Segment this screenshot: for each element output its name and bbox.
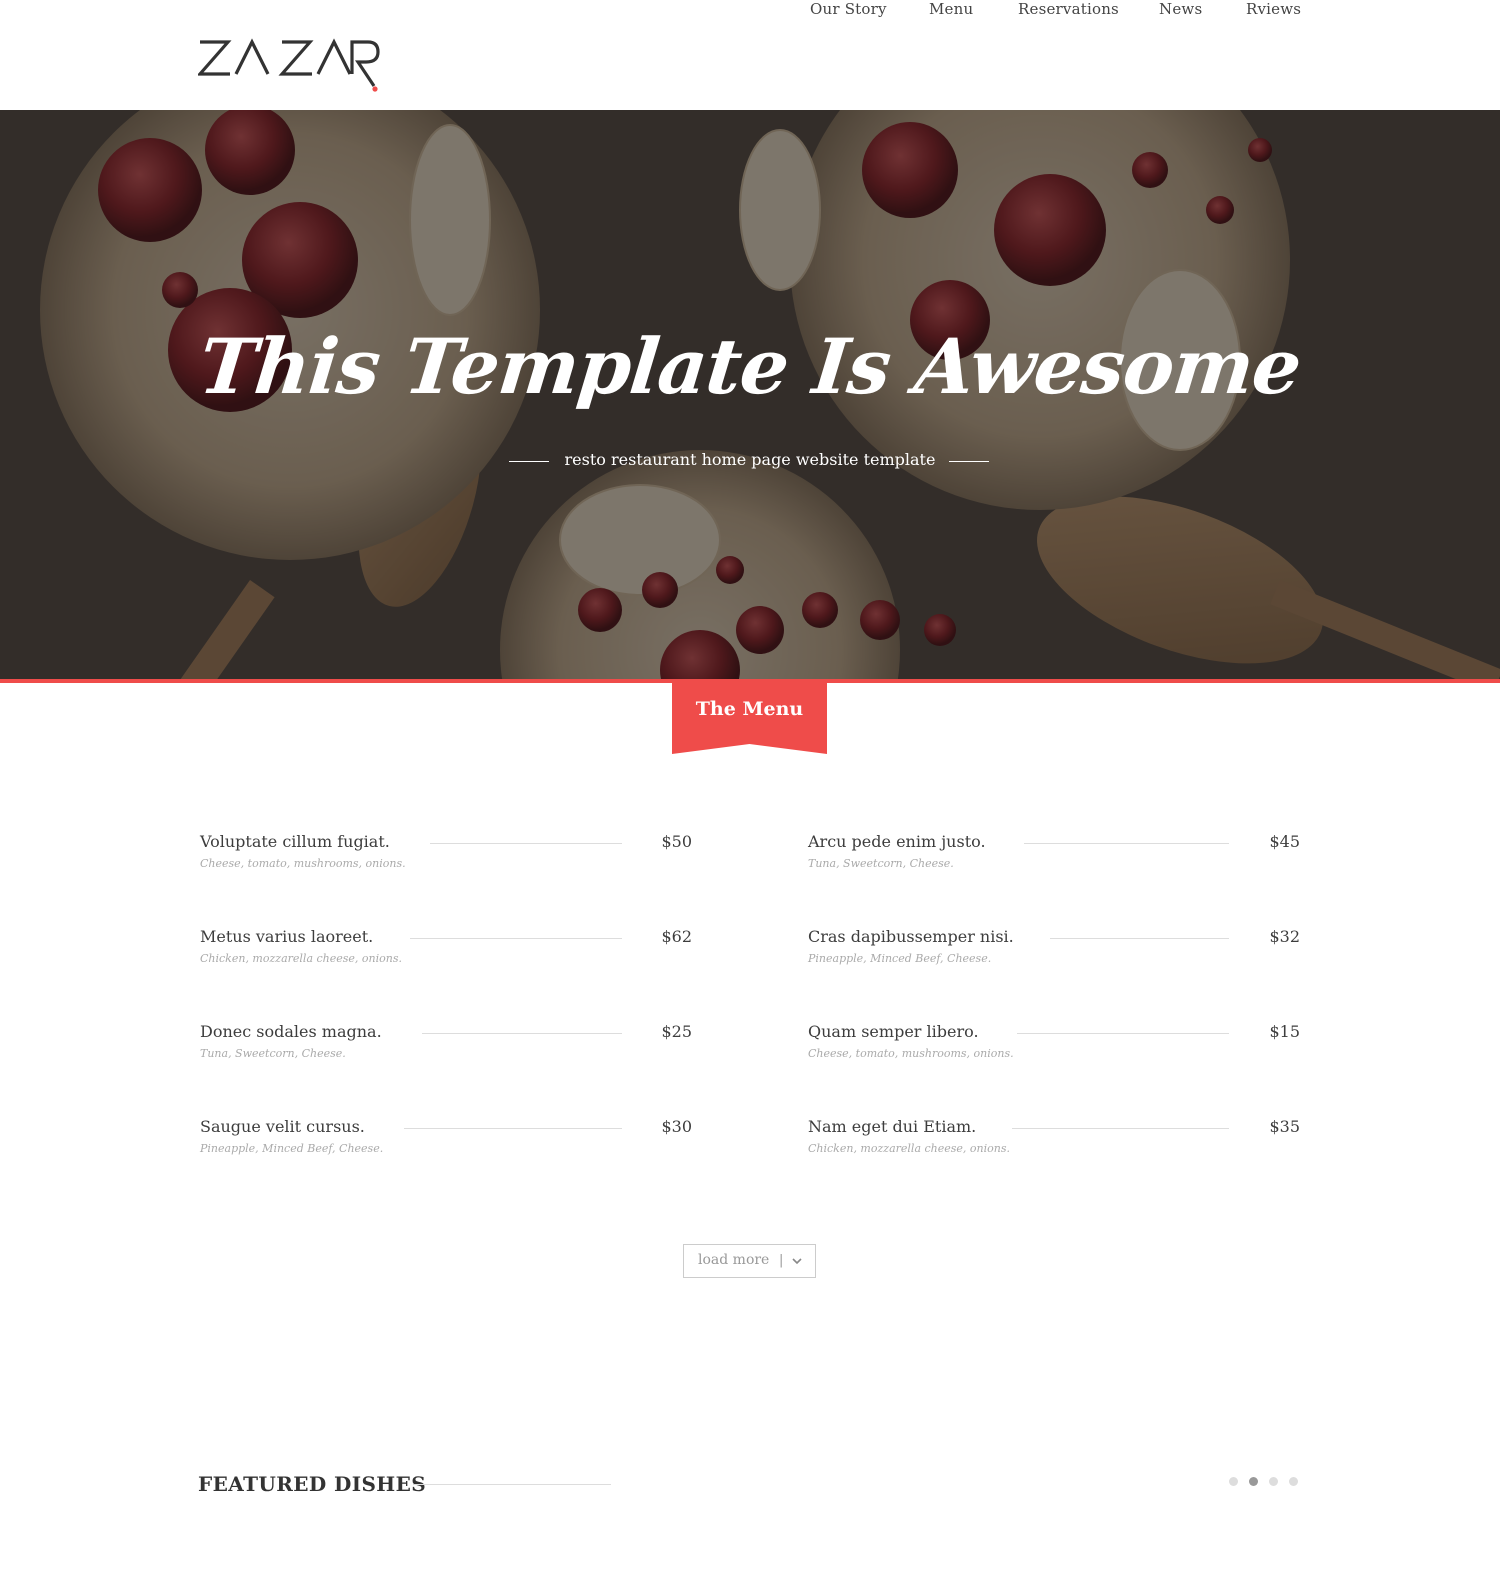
nav-reviews[interactable]: Rviews [1246, 0, 1301, 18]
menu-item: Donec sodales magna. $25 Tuna, Sweetcorn… [200, 1022, 692, 1072]
menu-item-description: Tuna, Sweetcorn, Cheese. [200, 1047, 346, 1060]
menu-item-name: Nam eget dui Etiam. [808, 1117, 977, 1136]
hero-banner: This Template Is Awesome resto restauran… [0, 110, 1500, 680]
menu-item-description: Chicken, mozzarella cheese, onions. [200, 952, 402, 965]
menu-item-name: Cras dapibussemper nisi. [808, 927, 1014, 946]
menu-item-leader [410, 938, 622, 939]
nav-reservations[interactable]: Reservations [1018, 0, 1119, 18]
menu-item-name: Saugue velit cursus. [200, 1117, 365, 1136]
featured-divider [413, 1484, 611, 1485]
nav-our-story[interactable]: Our Story [810, 0, 887, 18]
menu-item: Nam eget dui Etiam. $35 Chicken, mozzare… [808, 1117, 1300, 1167]
menu-item-price: $62 [661, 927, 692, 946]
site-header: Our Story Menu Reservations News Rviews [0, 0, 1500, 110]
menu-item-name: Metus varius laoreet. [200, 927, 374, 946]
hero-title: This Template Is Awesome [195, 322, 1305, 411]
menu-item: Voluptate cillum fugiat. $50 Cheese, tom… [200, 832, 692, 882]
menu-item-price: $25 [661, 1022, 692, 1041]
load-more-separator: | [779, 1253, 784, 1268]
menu-item: Cras dapibussemper nisi. $32 Pineapple, … [808, 927, 1300, 977]
menu-item: Metus varius laoreet. $62 Chicken, mozza… [200, 927, 692, 977]
nav-menu[interactable]: Menu [929, 0, 973, 18]
menu-item-description: Tuna, Sweetcorn, Cheese. [808, 857, 954, 870]
menu-item: Saugue velit cursus. $30 Pineapple, Minc… [200, 1117, 692, 1167]
menu-item-leader [1017, 1033, 1229, 1034]
menu-item-name: Voluptate cillum fugiat. [200, 832, 390, 851]
menu-item-description: Pineapple, Minced Beef, Cheese. [808, 952, 992, 965]
carousel-dot-2[interactable] [1249, 1477, 1258, 1486]
menu-item-price: $15 [1269, 1022, 1300, 1041]
zazar-logo[interactable] [198, 38, 380, 94]
hero-subtitle: resto restaurant home page website templ… [564, 450, 936, 469]
carousel-dot-4[interactable] [1289, 1477, 1298, 1486]
chevron-down-icon [792, 1258, 802, 1265]
menu-item-price: $50 [661, 832, 692, 851]
menu-item-leader [1050, 938, 1229, 939]
hero-divider-right [949, 461, 989, 462]
menu-item-description: Pineapple, Minced Beef, Cheese. [200, 1142, 384, 1155]
menu-item-description: Cheese, tomato, mushrooms, onions. [808, 1047, 1014, 1060]
menu-item-leader [1012, 1128, 1229, 1129]
menu-item-leader [404, 1128, 622, 1129]
carousel-dot-3[interactable] [1269, 1477, 1278, 1486]
load-more-button[interactable]: load more | [683, 1244, 816, 1278]
menu-item-description: Cheese, tomato, mushrooms, onions. [200, 857, 406, 870]
menu-item-leader [430, 843, 622, 844]
menu-item-name: Donec sodales magna. [200, 1022, 382, 1041]
nav-news[interactable]: News [1159, 0, 1202, 18]
menu-item-price: $32 [1269, 927, 1300, 946]
menu-section-title: The Menu [695, 698, 804, 720]
menu-item: Arcu pede enim justo. $45 Tuna, Sweetcor… [808, 832, 1300, 882]
featured-dishes-title: FEATURED DISHES [198, 1472, 427, 1496]
menu-item-price: $30 [661, 1117, 692, 1136]
carousel-dot-1[interactable] [1229, 1477, 1238, 1486]
menu-item: Quam semper libero. $15 Cheese, tomato, … [808, 1022, 1300, 1072]
menu-item-name: Arcu pede enim justo. [808, 832, 986, 851]
menu-item-price: $35 [1269, 1117, 1300, 1136]
load-more-label: load more [698, 1252, 770, 1268]
menu-item-name: Quam semper libero. [808, 1022, 979, 1041]
menu-item-leader [1024, 843, 1229, 844]
menu-item-price: $45 [1269, 832, 1300, 851]
menu-item-leader [422, 1033, 622, 1034]
menu-item-description: Chicken, mozzarella cheese, onions. [808, 1142, 1010, 1155]
